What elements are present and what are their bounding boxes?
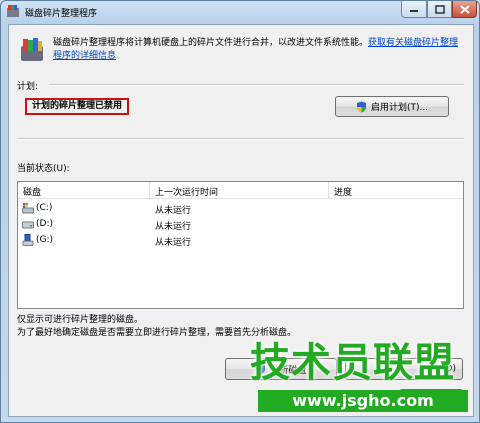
enable-schedule-label: 启用计划(T)...: [370, 103, 429, 113]
enable-schedule-button[interactable]: 启用计划(T)...: [335, 96, 449, 117]
defragment-disk-label: (D): [442, 364, 456, 374]
close-button[interactable]: 关闭(C): [399, 389, 463, 411]
current-status-label: 当前状态(U):: [17, 164, 70, 174]
column-header-disk[interactable]: 磁盘: [23, 185, 41, 198]
defragmenter-app-icon: [7, 5, 19, 17]
analyze-disk-button[interactable]: 分析磁盘: [225, 358, 337, 380]
disk-name: (G:): [36, 235, 54, 245]
analyze-disk-label: 分析磁盘: [270, 365, 307, 376]
disk-row-d[interactable]: (D:) 从未运行: [18, 216, 463, 232]
disk-last-run: 从未运行: [155, 206, 192, 216]
window-title: 磁盘碎片整理程序: [25, 9, 98, 19]
maximize-button[interactable]: [427, 1, 452, 18]
minimize-icon: [410, 10, 418, 12]
maximize-icon: [434, 4, 445, 14]
disk-list-header: 磁盘 上一次运行时间 进度: [18, 182, 463, 199]
hard-drive-icon: [22, 221, 34, 229]
column-divider[interactable]: [328, 182, 329, 198]
column-header-last-run[interactable]: 上一次运行时间: [155, 185, 218, 198]
system-drive-icon: [22, 203, 34, 214]
section-separator: [17, 138, 464, 140]
close-icon: [459, 4, 470, 14]
disk-name: (C:): [36, 203, 53, 213]
intro-text: 磁盘碎片整理程序将计算机硬盘上的碎片文件进行合并，以改进文件系统性能。: [53, 38, 369, 48]
uac-shield-icon: [356, 101, 366, 112]
footer-note-2: 为了最好地确定磁盘是否需要立即进行碎片整理，需要首先分析磁盘。: [17, 328, 297, 338]
column-header-progress[interactable]: 进度: [334, 185, 352, 198]
close-window-button[interactable]: [452, 1, 477, 18]
disk-row-c[interactable]: (C:) 从未运行: [18, 200, 463, 216]
disk-list[interactable]: 磁盘 上一次运行时间 进度 (C:) 从未运行 (D:) 从未运行 (G:) 从…: [17, 181, 464, 309]
disk-last-run: 从未运行: [155, 222, 192, 232]
defragmenter-large-icon: [21, 38, 43, 61]
intro-description: 磁盘碎片整理程序将计算机硬盘上的碎片文件进行合并，以改进文件系统性能。获取有关磁…: [53, 37, 465, 63]
footer-note-1: 仅显示可进行碎片整理的磁盘。: [17, 315, 144, 325]
title-bar[interactable]: 磁盘碎片整理程序: [1, 1, 479, 23]
defragment-disk-button[interactable]: (D): [345, 358, 463, 380]
removable-drive-icon: [22, 234, 34, 246]
schedule-label: 计划:: [17, 82, 39, 92]
disk-row-g[interactable]: (G:) 从未运行: [18, 232, 463, 248]
schedule-separator: [49, 84, 464, 86]
disk-name: (D:): [36, 219, 53, 229]
close-button-label: 关闭(C): [424, 396, 456, 407]
minimize-button[interactable]: [401, 1, 427, 18]
schedule-status: 计划的碎片整理已禁用: [25, 98, 129, 115]
uac-shield-icon: [256, 363, 266, 375]
dialog-body: 磁盘碎片整理程序将计算机硬盘上的碎片文件进行合并，以改进文件系统性能。获取有关磁…: [8, 24, 474, 417]
defragmenter-window: 磁盘碎片整理程序 磁盘碎片整理程序将计算机硬盘上的碎片文件进行合并，以改进文件系…: [0, 0, 480, 423]
column-divider[interactable]: [149, 182, 150, 198]
disk-last-run: 从未运行: [155, 238, 192, 248]
